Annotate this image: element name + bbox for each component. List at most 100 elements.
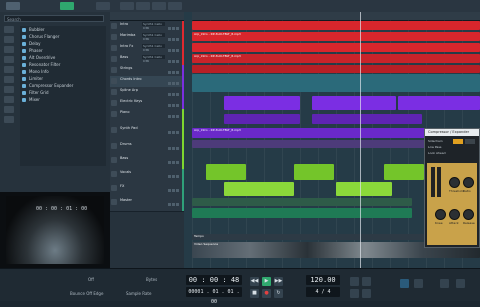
instrument-selector[interactable]: Synth1 Cello C36 [142,55,165,63]
time-display[interactable]: 00 : 00 : 48 . 397 [186,275,242,294]
list-item[interactable]: Delay [20,40,106,47]
stop-button[interactable]: ■ [250,289,259,298]
monitor-button[interactable] [176,161,179,164]
record-arm-icon[interactable] [111,171,117,177]
edit-tab-button[interactable] [60,2,74,10]
range-tool-icon[interactable] [136,2,150,10]
audio-clip[interactable] [192,65,480,73]
folder-icon[interactable] [4,106,14,113]
metronome-icon[interactable] [350,277,359,286]
forward-button[interactable]: ▶▶ [274,277,283,286]
folder-icon[interactable] [4,76,14,83]
attack-knob[interactable] [449,209,460,220]
record-arm-icon[interactable] [111,143,117,149]
record-arm-icon[interactable] [111,23,117,29]
settings-icon[interactable] [362,289,371,298]
mute-button[interactable] [168,203,171,206]
loop-button[interactable]: ↻ [274,289,283,298]
panel-toggle-button[interactable] [96,2,110,10]
monitor-button[interactable] [176,38,179,41]
midi-clip[interactable] [206,164,246,180]
solo-button[interactable] [172,189,175,192]
folder-icon[interactable] [4,96,14,103]
monitor-button[interactable] [176,189,179,192]
list-item[interactable]: Filter Grid [20,89,106,96]
browse-button[interactable] [440,279,449,288]
mute-button[interactable] [168,147,171,150]
solo-button[interactable] [172,203,175,206]
snap-button[interactable] [168,2,182,10]
plugin-window[interactable]: Compressor / Expander Sidechain Low Pass… [424,128,480,248]
punch-icon[interactable] [350,289,359,298]
split-tool-icon[interactable] [152,2,166,10]
record-button[interactable]: ● [262,289,271,298]
filter-toggle[interactable] [465,139,475,144]
solo-button[interactable] [172,71,175,74]
monitor-button[interactable] [176,71,179,74]
record-arm-icon[interactable] [111,34,117,40]
record-arm-icon[interactable] [111,56,117,62]
playhead[interactable] [360,12,361,268]
mute-button[interactable] [168,161,171,164]
mute-button[interactable] [168,131,171,134]
mute-button[interactable] [168,71,171,74]
mute-button[interactable] [168,115,171,118]
monitor-button[interactable] [176,49,179,52]
list-item[interactable]: Alt Overdrive [20,54,106,61]
bounce-toggle[interactable]: Bounce Off Edge [70,291,103,296]
time-signature-display[interactable]: 4 / 4 [306,287,340,297]
monitor-button[interactable] [176,115,179,118]
track-header[interactable]: Piano [110,109,184,126]
play-button[interactable]: ▶ [262,277,271,286]
release-knob[interactable] [463,209,474,220]
search-input[interactable]: Search [4,15,104,22]
monitor-button[interactable] [176,60,179,63]
list-item[interactable]: Mono Info [20,68,106,75]
folder-icon[interactable] [4,36,14,43]
solo-button[interactable] [172,131,175,134]
folder-icon[interactable] [4,86,14,93]
solo-button[interactable] [172,104,175,107]
record-arm-icon[interactable] [111,78,117,84]
midi-clip[interactable] [384,164,424,180]
list-item[interactable]: Limiter [20,75,106,82]
monitor-button[interactable] [176,203,179,206]
folder-icon[interactable] [4,26,14,33]
monitor-button[interactable] [176,82,179,85]
mixer-button[interactable] [400,279,409,288]
track-header[interactable]: Drums [110,141,184,156]
midi-clip[interactable] [312,114,422,124]
list-item[interactable]: Compressor Expander [20,82,106,89]
solo-button[interactable] [172,147,175,150]
edit-button[interactable] [456,279,465,288]
solo-button[interactable] [172,27,175,30]
midi-clip[interactable] [398,96,480,110]
track-header[interactable]: Master [110,197,184,212]
midi-clip[interactable] [224,96,300,110]
instrument-selector[interactable]: Synth1 Cello C36 [142,33,165,41]
record-arm-icon[interactable] [111,111,117,117]
list-item[interactable]: Resonator Filter [20,61,106,68]
mute-button[interactable] [168,27,171,30]
solo-button[interactable] [172,115,175,118]
list-item[interactable]: Phaser [20,47,106,54]
monitor-button[interactable] [176,93,179,96]
mute-button[interactable] [168,60,171,63]
solo-button[interactable] [172,60,175,63]
record-arm-icon[interactable] [111,89,117,95]
midi-clip[interactable] [192,208,412,218]
record-arm-icon[interactable] [111,157,117,163]
midi-clip[interactable] [224,182,294,196]
automation-lane[interactable] [192,74,480,92]
track-header[interactable]: Vocals [110,169,184,184]
tempo-display[interactable]: 120.00 [306,275,340,285]
folder-icon[interactable] [4,56,14,63]
record-arm-icon[interactable] [111,199,117,205]
track-header[interactable]: Synth Pad [110,125,184,142]
solo-button[interactable] [172,38,175,41]
rewind-button[interactable]: ◀◀ [250,277,259,286]
inspector-button[interactable] [414,279,423,288]
record-arm-icon[interactable] [111,45,117,51]
mute-button[interactable] [168,189,171,192]
midi-clip[interactable] [224,114,300,124]
